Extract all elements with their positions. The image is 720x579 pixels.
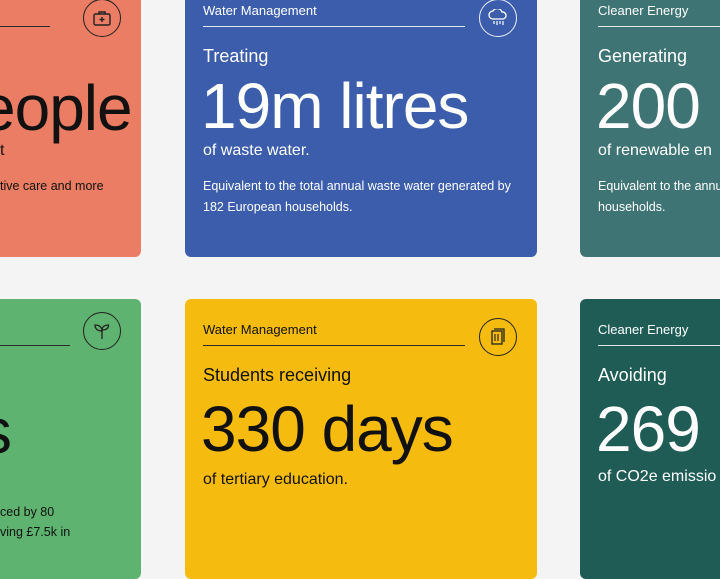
rain-cloud-icon (479, 0, 517, 37)
impact-card-energy: Cleaner Energy Generating 200 of renewab… (580, 0, 720, 257)
impact-figure: 330 days (201, 393, 454, 465)
impact-unit: t (0, 142, 5, 159)
impact-figure: eople (0, 72, 133, 144)
impact-unit: of tertiary education. (203, 471, 348, 488)
card-divider (203, 345, 465, 346)
impact-figure: 269 (596, 393, 701, 465)
card-divider (598, 345, 720, 346)
impact-unit: of renewable en (598, 142, 712, 159)
impact-figure: 200 (596, 70, 701, 142)
card-category: Cleaner Energy (598, 3, 689, 18)
impact-note: Equivalent to the total annual waste wat… (203, 179, 511, 214)
impact-card-health: eople t tive care and more (0, 0, 141, 257)
medical-kit-icon (83, 0, 121, 37)
impact-card-education: Water Management Students receiving 330 … (185, 299, 537, 579)
impact-unit: of CO2e emissio (598, 468, 717, 485)
card-category: Water Management (203, 322, 317, 337)
impact-figure: 19m litres (201, 70, 469, 142)
impact-lead: Avoiding (598, 365, 667, 385)
impact-note-line: ving £7.5k in (0, 525, 71, 539)
impact-card-emissions: Cleaner Energy Avoiding 269 of CO2e emis… (580, 299, 720, 579)
impact-lead: Students receiving (203, 365, 352, 385)
impact-card-water: Water Management Treating 19m litres of … (185, 0, 537, 257)
impact-note-line: ced by 80 (0, 505, 55, 519)
impact-lead: Generating (598, 46, 688, 66)
impact-note: tive care and more (0, 179, 104, 193)
impact-note-line: Equivalent to the annu (598, 179, 720, 193)
card-category: Cleaner Energy (598, 322, 689, 337)
impact-card-green: s ced by 80 ving £7.5k in (0, 299, 141, 579)
sprout-icon (83, 312, 121, 350)
impact-note-line: households. (598, 200, 666, 214)
card-divider (0, 345, 70, 346)
card-divider (203, 26, 465, 27)
impact-unit: of waste water. (203, 142, 310, 159)
card-category: Water Management (203, 3, 317, 18)
card-divider (0, 26, 50, 27)
card-divider (598, 26, 720, 27)
impact-figure: s (0, 399, 12, 463)
impact-lead: Treating (203, 46, 269, 66)
books-icon (479, 318, 517, 356)
